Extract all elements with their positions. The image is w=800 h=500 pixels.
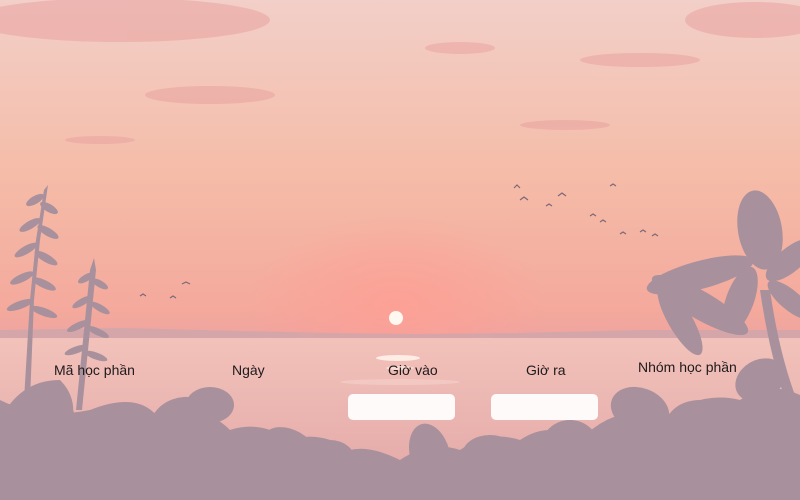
time-in-label: Giờ vào — [388, 362, 438, 378]
time-out-label: Giờ ra — [526, 362, 566, 378]
time-out-input[interactable] — [491, 394, 598, 420]
course-code-label: Mã học phần — [54, 362, 135, 378]
sunset-background — [0, 0, 800, 500]
time-in-input[interactable] — [348, 394, 455, 420]
sun — [389, 311, 403, 325]
course-group-label: Nhóm học phần — [638, 359, 737, 375]
date-label: Ngày — [232, 362, 265, 378]
